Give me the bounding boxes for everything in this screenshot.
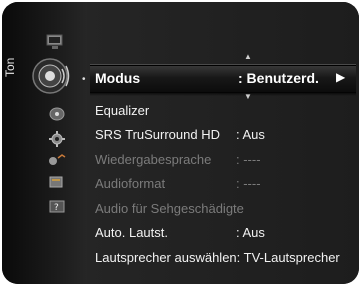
tv-menu-window: Ton • ? (2, 2, 359, 284)
menu-item-wiedergabesprache: Wiedergabesprache (95, 152, 212, 167)
section-label: Ton (3, 57, 17, 77)
right-arrow-icon[interactable]: ▶ (336, 70, 345, 84)
svg-text:?: ? (54, 203, 59, 213)
input-icon[interactable] (46, 152, 68, 168)
up-arrow-icon: ▲ (244, 52, 252, 61)
selected-pointer-icon: • (82, 74, 86, 85)
menu-item-modus[interactable]: Modus (95, 70, 140, 86)
menu-item-auto-lautst[interactable]: Auto. Lautst. (95, 225, 168, 240)
menu-item-lautsprecher[interactable]: Lautsprecher auswählen: TV-Lautsprecher (95, 250, 340, 265)
menu-value-auto-lautst: : Aus (236, 225, 265, 240)
menu-item-audio-sehgeschaedigte: Audio für Sehgeschädigte (95, 201, 244, 216)
sidebar: Ton • ? (2, 2, 87, 284)
support-icon[interactable]: ? (46, 198, 68, 216)
picture-icon[interactable] (44, 32, 66, 52)
down-arrow-icon: ▼ (244, 92, 252, 101)
menu-value-srs: : Aus (236, 127, 265, 142)
menu-item-equalizer[interactable]: Equalizer (95, 103, 149, 118)
menu-panel (87, 2, 359, 284)
menu-value-wiedergabesprache: : ---- (236, 152, 261, 167)
channel-icon[interactable] (48, 106, 66, 122)
menu-item-audioformat: Audioformat (95, 176, 166, 191)
menu-value-audioformat: : ---- (236, 176, 261, 191)
application-icon[interactable] (46, 174, 68, 192)
setup-icon[interactable] (48, 130, 66, 148)
sound-icon[interactable] (30, 56, 74, 96)
menu-item-srs[interactable]: SRS TruSurround HD (95, 127, 220, 142)
menu-value-modus: : Benutzerd. (238, 70, 319, 86)
